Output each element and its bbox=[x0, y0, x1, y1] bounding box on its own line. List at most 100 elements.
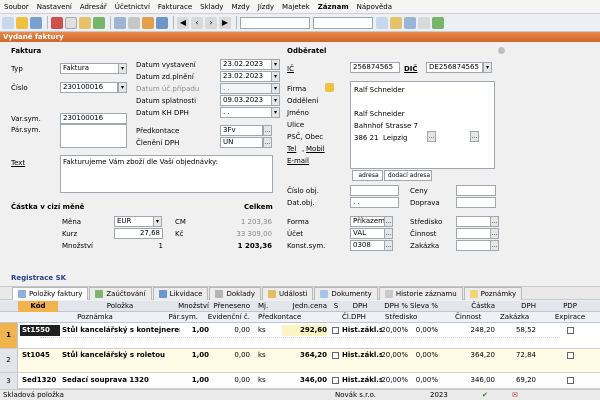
row-castka[interactable]: 364,20 bbox=[450, 350, 496, 361]
calendar-icon[interactable]: ▾ bbox=[271, 107, 280, 118]
row-kod[interactable]: Sed1320 bbox=[22, 375, 62, 386]
mobil-label[interactable]: Mobil bbox=[306, 145, 325, 153]
zakazka-input[interactable] bbox=[456, 240, 491, 251]
menu-sklady[interactable]: Sklady bbox=[200, 3, 223, 11]
col-stredisko[interactable]: Středisko bbox=[385, 312, 425, 323]
agenda-combo[interactable] bbox=[240, 16, 310, 29]
row-dph[interactable]: Hist.zákl.s. bbox=[342, 350, 382, 361]
konstsym-lookup-icon[interactable]: … bbox=[384, 240, 393, 251]
ucet-lookup-icon[interactable]: … bbox=[384, 228, 393, 239]
col-parsym[interactable]: Pár.sym. bbox=[160, 312, 199, 323]
row-mnozstvi[interactable]: 1,00 bbox=[175, 375, 209, 386]
predkontace-input[interactable]: 3Fv bbox=[220, 125, 263, 136]
row-cena[interactable]: 364,20 bbox=[282, 350, 327, 361]
calculator-icon[interactable] bbox=[156, 16, 168, 29]
row-pdp-checkbox[interactable] bbox=[567, 327, 574, 334]
row-dph-value[interactable]: 58,52 bbox=[500, 325, 536, 336]
row-sleva[interactable]: 0,00% bbox=[410, 375, 438, 386]
row-sleva[interactable]: 0,00% bbox=[410, 350, 438, 361]
kurz-input[interactable]: 27,68 bbox=[114, 228, 163, 239]
refresh-icon[interactable] bbox=[93, 16, 105, 29]
tab-dokumenty[interactable]: Dokumenty bbox=[314, 286, 378, 300]
cleneni-lookup-icon[interactable]: … bbox=[263, 137, 272, 148]
row-dph-value[interactable]: 69,20 bbox=[500, 375, 536, 386]
col-cinnost[interactable]: Činnost bbox=[455, 312, 495, 323]
menu-napoveda[interactable]: Nápověda bbox=[357, 3, 392, 11]
ucet-input[interactable]: VAL bbox=[350, 228, 385, 239]
tab-poznamky[interactable]: Poznámky bbox=[463, 286, 523, 300]
new-doc-icon[interactable] bbox=[2, 16, 14, 29]
row-pdp-checkbox[interactable] bbox=[567, 377, 574, 384]
row-kod[interactable]: St1045 bbox=[22, 350, 62, 361]
calendar-icon[interactable]: ▾ bbox=[271, 59, 280, 70]
col-castka[interactable]: Částka bbox=[450, 301, 495, 312]
calendar-icon[interactable]: ▾ bbox=[271, 95, 280, 106]
mena-dropdown-icon[interactable]: ▾ bbox=[153, 216, 162, 227]
col-mj[interactable]: Mj. bbox=[258, 301, 276, 312]
row-mnozstvi[interactable]: 1,00 bbox=[175, 350, 209, 361]
col-cl-dph[interactable]: Čl.DPH bbox=[342, 312, 374, 323]
dic-input[interactable]: DE256874565 bbox=[426, 62, 483, 73]
konstsym-input[interactable]: 0308 bbox=[350, 240, 385, 251]
row-polozka[interactable]: Stůl kancelářský s kontejnerem bbox=[62, 325, 180, 336]
datum-splatnosti-input[interactable]: 09.03.2023 bbox=[220, 95, 272, 106]
menu-soubor[interactable]: Soubor bbox=[4, 3, 29, 11]
cislo-dropdown-icon[interactable]: ▾ bbox=[118, 82, 127, 93]
items-grid[interactable]: Kód Položka Množství Přeneseno Mj. Jedn.… bbox=[0, 301, 600, 389]
row-polozka[interactable]: Stůl kancelářský s roletou bbox=[62, 350, 180, 361]
row-preneseno[interactable]: 0,00 bbox=[212, 325, 250, 336]
save-icon[interactable] bbox=[30, 16, 42, 29]
row-dph-value[interactable]: 72,84 bbox=[500, 350, 536, 361]
row-castka[interactable]: 346,00 bbox=[450, 375, 496, 386]
typ-dropdown-icon[interactable]: ▾ bbox=[118, 63, 127, 74]
next-record-icon[interactable]: › bbox=[205, 16, 217, 29]
col-s[interactable]: S bbox=[331, 301, 341, 312]
ic-input[interactable]: 256874565 bbox=[350, 62, 400, 73]
tab-likvidace[interactable]: Likvidace bbox=[152, 286, 209, 300]
datum-zdpl-input[interactable]: 23.02.2023 bbox=[220, 71, 272, 82]
ceny-input[interactable] bbox=[456, 185, 496, 196]
doprava-input[interactable] bbox=[456, 197, 496, 208]
col-jedn-cena[interactable]: Jedn.cena bbox=[282, 301, 327, 312]
row-mnozstvi[interactable]: 1,00 bbox=[175, 325, 209, 336]
adresa-button[interactable]: adresa bbox=[352, 170, 383, 181]
table-row[interactable]: 2 St1045 Stůl kancelářský s roletou 1,00… bbox=[0, 349, 600, 373]
tab-zauctovani[interactable]: Zaúčtování bbox=[89, 286, 152, 300]
first-record-icon[interactable]: ◀ bbox=[177, 16, 189, 29]
copy-icon[interactable] bbox=[65, 16, 77, 29]
row-dph-pct[interactable]: 20,00% bbox=[380, 375, 408, 386]
row-castka[interactable]: 248,20 bbox=[450, 325, 496, 336]
mena-select[interactable]: EUR bbox=[114, 216, 154, 227]
dat-obj-input[interactable]: . . bbox=[350, 197, 399, 208]
tab-polozky-faktury[interactable]: Položky faktury bbox=[12, 286, 89, 300]
dic-dropdown-icon[interactable]: ▾ bbox=[483, 62, 492, 73]
menu-nastaveni[interactable]: Nastavení bbox=[37, 3, 72, 11]
col-predkontace[interactable]: Předkontace bbox=[258, 312, 308, 323]
typ-select[interactable]: Faktura bbox=[60, 63, 119, 74]
datum-khdph-input[interactable]: . . bbox=[220, 107, 272, 118]
col-mnozstvi[interactable]: Množství bbox=[175, 301, 209, 312]
ic-label[interactable]: IČ bbox=[287, 65, 294, 73]
row-s-checkbox[interactable] bbox=[332, 377, 339, 384]
note-icon[interactable] bbox=[376, 16, 388, 29]
stredisko-input[interactable] bbox=[456, 216, 491, 227]
row-preneseno[interactable]: 0,00 bbox=[212, 375, 250, 386]
alert-icon[interactable]: ✉ bbox=[512, 390, 518, 400]
datum-vystaveni-input[interactable]: 23.02.2023 bbox=[220, 59, 272, 70]
psc-lookup-icon[interactable]: … bbox=[470, 131, 479, 142]
row-cena[interactable]: 292,60 bbox=[282, 325, 327, 336]
row-kod[interactable]: St1550 bbox=[20, 325, 60, 336]
zakazka-lookup-icon[interactable]: … bbox=[490, 240, 499, 251]
row-dph-pct[interactable]: 20,00% bbox=[380, 350, 408, 361]
datum-ucpripadu-input[interactable]: . . bbox=[220, 83, 272, 94]
address-block[interactable]: Ralf Schneider Ralf Schneider Bahnhof St… bbox=[350, 81, 495, 169]
help-icon[interactable] bbox=[432, 16, 444, 29]
cleneni-input[interactable]: UN bbox=[220, 137, 263, 148]
obec-lookup-icon[interactable]: … bbox=[427, 131, 436, 142]
registrace-sk[interactable]: Registrace SK bbox=[11, 274, 66, 282]
row-sleva[interactable]: 0,00% bbox=[410, 325, 438, 336]
row-cena[interactable]: 346,00 bbox=[282, 375, 327, 386]
row-s-checkbox[interactable] bbox=[332, 352, 339, 359]
menu-jizdy[interactable]: Jízdy bbox=[258, 3, 274, 11]
row-polozka[interactable]: Sedací souprava 1320 bbox=[62, 375, 180, 386]
